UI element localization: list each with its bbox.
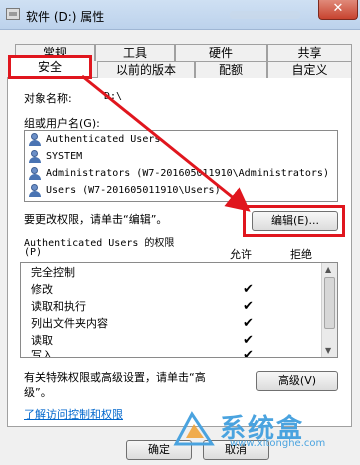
user-group-icon [29, 150, 43, 163]
advanced-hint-line2: 级”。 [24, 386, 52, 399]
check-icon: ✔ [243, 299, 254, 314]
highlight-security-tab [8, 55, 92, 79]
user-group-icon [29, 167, 43, 180]
scroll-thumb[interactable] [324, 277, 335, 329]
watermark-url: www.xitonghe.com [230, 438, 326, 449]
window-title: 软件 (D:) 属性 [26, 10, 105, 24]
deny-header: 拒绝 [290, 248, 312, 261]
permission-row: 列出文件夹内容 [31, 317, 108, 330]
permissions-list: 完全控制 修改 ✔ 读取和执行 ✔ 列出文件夹内容 ✔ 读取 ✔ 写入 ✔ ▲ … [20, 262, 338, 358]
watermark-logo-icon [173, 411, 215, 446]
blurred-region [230, 11, 300, 19]
permissions-title-accel: (P) [24, 247, 43, 258]
permission-row: 写入 [31, 349, 53, 358]
object-name-label: 对象名称: [24, 92, 72, 105]
list-item[interactable]: Administrators (W7-201605011910\Administ… [29, 167, 329, 184]
list-item[interactable]: Users (W7-201605011910\Users) [29, 184, 221, 201]
check-icon: ✔ [243, 316, 254, 331]
tab-customize[interactable]: 自定义 [267, 61, 352, 78]
permission-row: 完全控制 [31, 266, 75, 279]
advanced-button[interactable]: 高级(V) [256, 371, 338, 391]
highlight-edit-button [243, 205, 345, 237]
access-control-link[interactable]: 了解访问控制和权限 [24, 406, 123, 422]
object-name-value: D:\ [104, 91, 123, 102]
scroll-down-icon[interactable]: ▼ [325, 346, 331, 355]
groups-label: 组或用户名(G): [24, 117, 100, 130]
user-list[interactable]: Authenticated Users SYSTEM Administrator… [24, 130, 338, 202]
check-icon: ✔ [243, 282, 254, 297]
permissions-title: Authenticated Users 的权限 [24, 238, 175, 249]
allow-header: 允许 [230, 248, 252, 261]
tab-quota[interactable]: 配额 [195, 61, 267, 78]
tab-tools[interactable]: 工具 [95, 44, 175, 61]
permission-row: 修改 [31, 283, 53, 296]
tab-previous-versions[interactable]: 以前的版本 [97, 61, 195, 78]
close-button[interactable]: ✕ [318, 0, 358, 20]
scroll-up-icon[interactable]: ▲ [325, 265, 331, 274]
advanced-hint-line1: 有关特殊权限或高级设置，请单击“高 [24, 371, 206, 384]
user-group-icon [29, 184, 43, 197]
change-hint: 要更改权限，请单击“编辑”。 [24, 213, 168, 226]
user-group-icon [29, 133, 43, 146]
check-icon: ✔ [243, 348, 254, 358]
title-bar: 软件 (D:) 属性 [0, 0, 360, 30]
site-watermark: 系统盒 www.xitonghe.com [172, 408, 352, 458]
list-item[interactable]: Authenticated Users [29, 133, 160, 150]
drive-icon [6, 8, 20, 20]
tab-sharing[interactable]: 共享 [267, 44, 352, 61]
tab-hardware[interactable]: 硬件 [175, 44, 267, 61]
list-item[interactable]: SYSTEM [29, 150, 82, 167]
permission-row: 读取和执行 [31, 300, 86, 313]
permissions-scrollbar[interactable]: ▲ ▼ [321, 263, 337, 357]
